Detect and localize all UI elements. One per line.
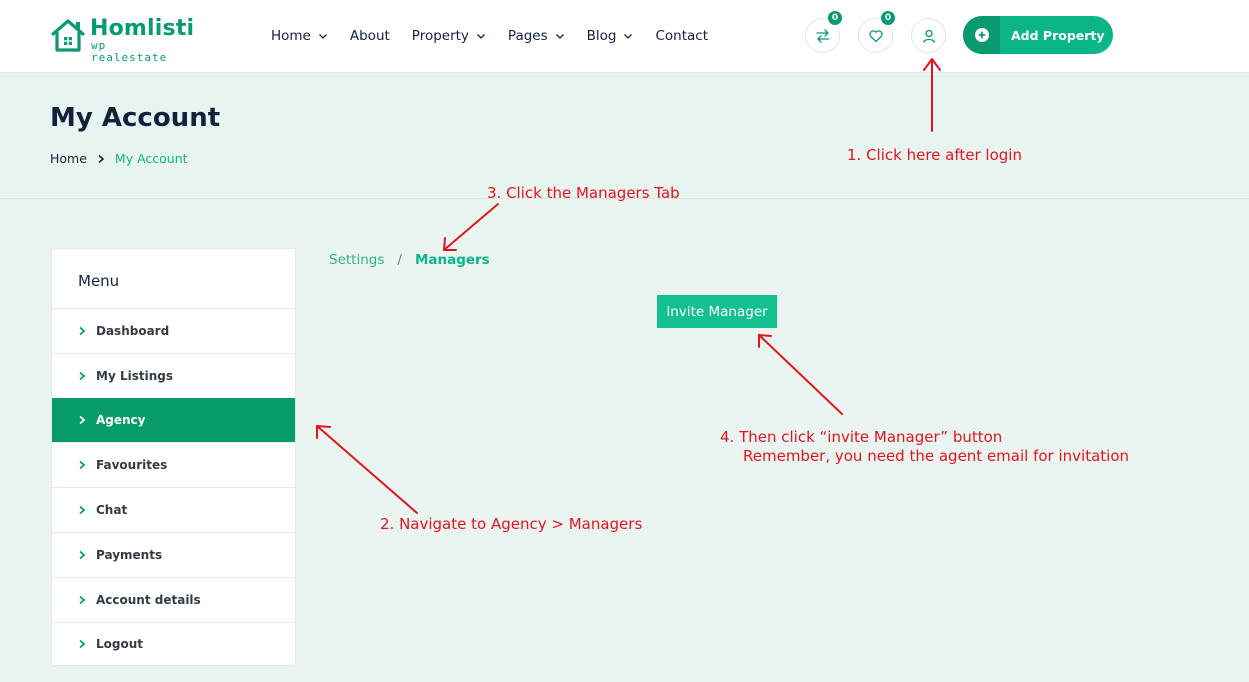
nav-blog[interactable]: Blog [587, 26, 634, 46]
chevron-right-icon [79, 371, 86, 380]
menu-item-logout[interactable]: Logout [52, 621, 295, 667]
main-nav: Home About Property Pages Blog Contact [271, 26, 730, 46]
breadcrumb-home[interactable]: Home [50, 151, 87, 166]
account-menu: Menu Dashboard My Listings Agency Favour… [51, 248, 296, 666]
chevron-right-icon [98, 154, 105, 163]
breadcrumb: Home My Account [50, 151, 188, 166]
house-logo-icon [51, 19, 85, 52]
chevron-right-icon [79, 595, 86, 604]
nav-property-label: Property [411, 28, 469, 44]
nav-about-label: About [349, 28, 390, 44]
annotation-step4-line2: Remember, you need the agent email for i… [743, 447, 1130, 465]
breadcrumb-current: My Account [114, 151, 188, 166]
chevron-down-icon [555, 34, 564, 39]
plus-icon-wrap [963, 16, 1000, 54]
nav-pages-label: Pages [507, 28, 548, 44]
menu-item-payments[interactable]: Payments [52, 531, 295, 577]
menu-item-label: Agency [96, 413, 146, 428]
arrow-step2 [316, 425, 418, 514]
compare-count-badge: 0 [826, 9, 844, 27]
chevron-down-icon [318, 34, 327, 39]
page-title: My Account [50, 103, 221, 133]
logo-name: Homlisti [90, 16, 195, 41]
logo-tagline: wp realestate [91, 39, 168, 64]
logo[interactable]: Homlisti wp realestate [50, 16, 194, 64]
nav-contact-label: Contact [655, 28, 709, 44]
agency-tabs: Settings / Managers [329, 252, 490, 268]
chevron-right-icon [79, 326, 86, 336]
chevron-down-icon [476, 34, 485, 39]
arrow-step3 [443, 203, 499, 251]
compare-arrows-icon [815, 28, 830, 43]
nav-blog-label: Blog [586, 28, 617, 44]
nav-contact[interactable]: Contact [655, 26, 708, 46]
chevron-right-icon [79, 461, 86, 470]
nav-property[interactable]: Property [412, 26, 486, 46]
nav-pages[interactable]: Pages [508, 26, 565, 46]
menu-item-my-listings[interactable]: My Listings [52, 352, 295, 398]
add-property-button[interactable]: Add Property [963, 16, 1113, 54]
chevron-right-icon [79, 416, 86, 425]
nav-home-label: Home [271, 28, 311, 44]
menu-item-label: My Listings [96, 368, 173, 383]
site-header: Homlisti wp realestate Home About Proper… [0, 0, 1249, 73]
tab-managers[interactable]: Managers [415, 252, 490, 268]
menu-item-label: Account details [96, 592, 201, 607]
chevron-right-icon [79, 640, 86, 649]
add-property-label: Add Property [1011, 27, 1105, 43]
account-button[interactable] [911, 18, 946, 53]
chevron-down-icon [624, 34, 633, 39]
tab-settings[interactable]: Settings [329, 252, 384, 268]
annotation-step3: 3. Click the Managers Tab [487, 184, 680, 202]
favourites-count-badge: 0 [879, 9, 897, 27]
chevron-right-icon [79, 550, 86, 560]
annotation-step1: 1. Click here after login [847, 146, 1022, 164]
menu-item-label: Favourites [96, 458, 168, 473]
annotation-step2: 2. Navigate to Agency > Managers [380, 515, 643, 533]
tab-separator: / [397, 252, 402, 268]
nav-home[interactable]: Home [271, 26, 328, 46]
menu-item-favourites[interactable]: Favourites [52, 442, 295, 487]
menu-item-dashboard[interactable]: Dashboard [52, 308, 295, 353]
heart-icon [868, 29, 883, 42]
plus-circle-icon [974, 28, 989, 42]
menu-item-agency[interactable]: Agency [52, 397, 295, 443]
menu-item-chat[interactable]: Chat [52, 487, 295, 532]
invite-manager-button[interactable]: Invite Manager [657, 295, 777, 328]
arrow-step4 [758, 334, 843, 415]
menu-item-label: Dashboard [96, 323, 170, 338]
menu-item-label: Payments [96, 547, 163, 562]
menu-item-label: Chat [96, 503, 128, 518]
page-title-band [0, 74, 1249, 199]
menu-item-account-details[interactable]: Account details [52, 576, 295, 622]
user-icon [922, 29, 935, 43]
nav-about[interactable]: About [350, 26, 390, 46]
menu-item-label: Logout [96, 637, 144, 652]
annotation-step4-line1: 4. Then click “invite Manager” button [720, 428, 1003, 446]
chevron-right-icon [79, 505, 86, 515]
menu-title: Menu [78, 272, 120, 290]
menu-list: Dashboard My Listings Agency Favourites … [52, 308, 295, 666]
